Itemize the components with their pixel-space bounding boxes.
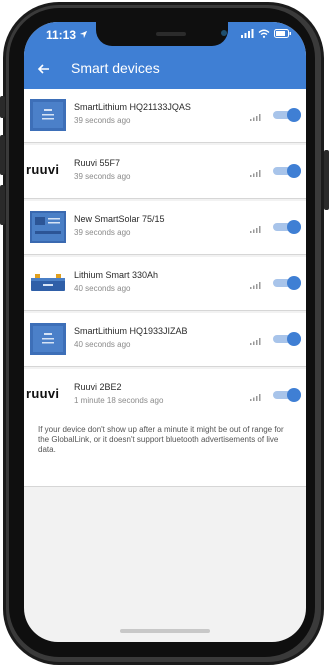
- smart-lithium-thumb: [30, 99, 66, 131]
- speaker-grille: [156, 32, 186, 36]
- signal-strength-icon: [250, 170, 261, 177]
- device-row[interactable]: ruuvi Ruuvi 55F7 39 seconds ago: [24, 145, 306, 199]
- device-name: Lithium Smart 330Ah: [74, 270, 159, 280]
- device-row[interactable]: Lithium Smart 330Ah 40 seconds ago: [24, 257, 306, 311]
- page: 11:13 Smart devices SmartLithium HQ21133…: [0, 0, 330, 668]
- device-toggle[interactable]: [273, 276, 301, 290]
- device-row[interactable]: New SmartSolar 75/15 39 seconds ago: [24, 201, 306, 255]
- status-time: 11:13: [46, 28, 77, 42]
- ruuvi-logo: ruuvi: [26, 386, 60, 401]
- app-screen: 11:13 Smart devices SmartLithium HQ21133…: [24, 22, 306, 642]
- device-toggle[interactable]: [273, 108, 301, 122]
- signal-strength-icon: [250, 338, 261, 345]
- volume-up-button: [0, 135, 5, 175]
- device-name: SmartLithium HQ1933JIZAB: [74, 326, 188, 336]
- signal-strength-icon: [250, 226, 261, 233]
- signal-strength-icon: [250, 282, 261, 289]
- smart-lithium-thumb: [30, 323, 66, 355]
- device-last-seen: 39 seconds ago: [74, 228, 131, 237]
- device-last-seen: 40 seconds ago: [74, 284, 131, 293]
- title-row: Smart devices: [24, 55, 306, 85]
- device-toggle[interactable]: [273, 388, 301, 402]
- device-name: New SmartSolar 75/15: [74, 214, 165, 224]
- info-note-text: If your device don't show up after a min…: [38, 425, 284, 454]
- battery-thumb: [31, 274, 65, 291]
- device-row[interactable]: SmartLithium HQ1933JIZAB 40 seconds ago: [24, 313, 306, 367]
- ruuvi-logo: ruuvi: [26, 162, 60, 177]
- device-name: Ruuvi 2BE2: [74, 382, 122, 392]
- home-indicator[interactable]: [120, 629, 210, 633]
- mute-switch: [0, 96, 5, 118]
- device-last-seen: 39 seconds ago: [74, 172, 131, 181]
- back-arrow-icon[interactable]: [34, 59, 54, 79]
- cellular-signal-icon: [241, 29, 254, 38]
- device-last-seen: 39 seconds ago: [74, 116, 131, 125]
- device-name: SmartLithium HQ21133JQAS: [74, 102, 191, 112]
- device-row[interactable]: SmartLithium HQ21133JQAS 39 seconds ago: [24, 89, 306, 143]
- location-arrow-icon: [79, 30, 88, 39]
- device-name: Ruuvi 55F7: [74, 158, 121, 168]
- device-toggle[interactable]: [273, 220, 301, 234]
- signal-strength-icon: [250, 114, 261, 121]
- page-title: Smart devices: [71, 60, 160, 76]
- wifi-icon: [258, 29, 270, 38]
- front-camera-icon: [221, 30, 227, 36]
- signal-strength-icon: [250, 394, 261, 401]
- status-icons: [241, 29, 292, 38]
- device-last-seen: 40 seconds ago: [74, 340, 131, 349]
- app-header: 11:13 Smart devices: [24, 22, 306, 89]
- device-row[interactable]: ruuvi Ruuvi 2BE2 1 minute 18 seconds ago: [24, 369, 306, 423]
- power-button: [324, 150, 329, 210]
- camera-notch: [96, 22, 228, 46]
- smartsolar-thumb: [30, 211, 66, 243]
- device-toggle[interactable]: [273, 164, 301, 178]
- info-note: If your device don't show up after a min…: [24, 417, 306, 487]
- device-toggle[interactable]: [273, 332, 301, 346]
- battery-icon: [274, 29, 291, 38]
- device-last-seen: 1 minute 18 seconds ago: [74, 396, 164, 405]
- volume-down-button: [0, 185, 5, 225]
- device-list: SmartLithium HQ21133JQAS 39 seconds ago …: [24, 89, 306, 425]
